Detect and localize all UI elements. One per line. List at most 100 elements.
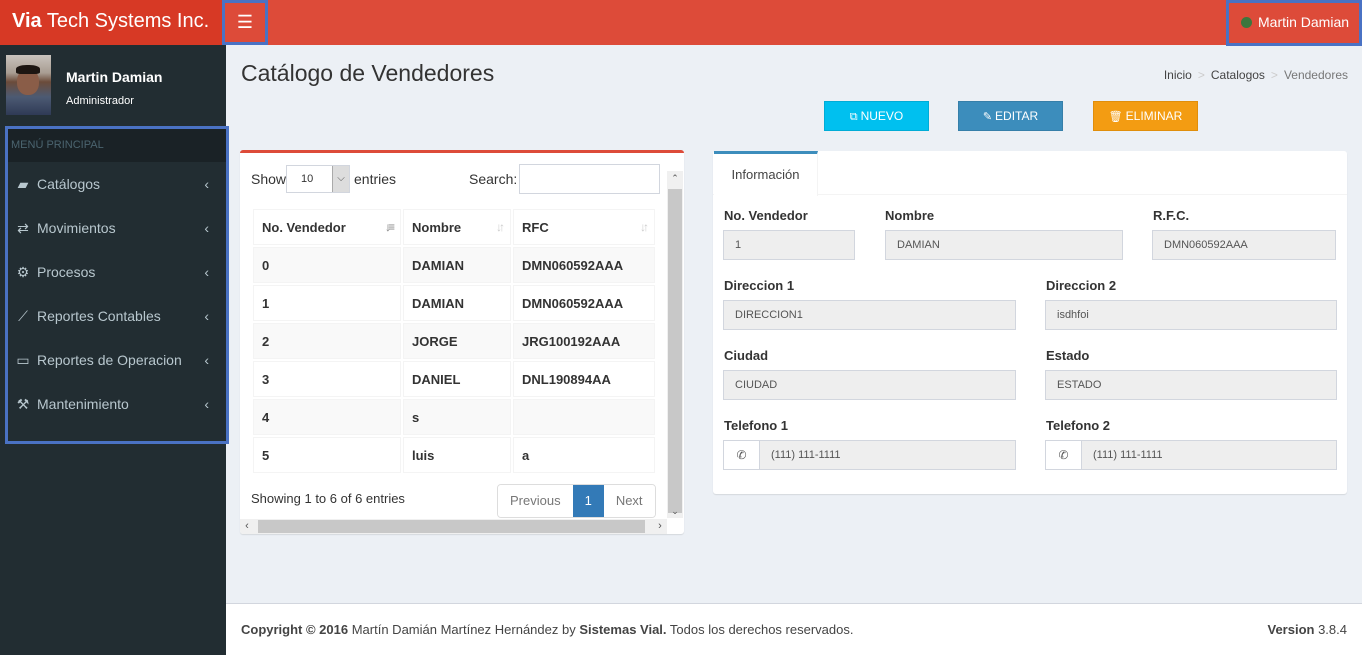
top-navbar: Via Tech Systems Inc. ☰ Martin Damian (0, 0, 1362, 46)
no-vendedor-label: No. Vendedor (724, 208, 808, 223)
tab-informacion[interactable]: Información (714, 151, 818, 196)
scroll-right-icon[interactable]: › (653, 519, 667, 534)
vendors-table: No. Vendedor ↓≡ Nombre ↓↑ RFC ↓↑ 0 DAMIAN D… (251, 207, 657, 475)
edit-button[interactable]: ✎ EDITAR (958, 101, 1063, 131)
breadcrumb-separator: > (1270, 68, 1278, 82)
brand-bold: Via (12, 10, 42, 32)
online-status-icon (1241, 17, 1252, 28)
page-1-button[interactable]: 1 (572, 485, 604, 517)
horizontal-scroll-thumb[interactable] (258, 520, 645, 533)
rfc-field[interactable]: DMN060592AAA (1152, 230, 1336, 260)
vendors-table-box: Show 10 ⌵ entries Search: No. Vendedor ↓≡… (240, 150, 684, 534)
direccion1-field[interactable]: DIRECCION1 (723, 300, 1016, 330)
edit-icon: ✎ (982, 111, 993, 123)
cell-rfc: a (513, 437, 655, 473)
ciudad-label: Ciudad (724, 348, 769, 363)
chevron-down-icon: ⌵ (332, 166, 349, 192)
sidebar-item-reportes-contables[interactable]: ⟋ Reportes Contables ‹ (8, 294, 226, 338)
column-header-label: RFC (522, 219, 549, 235)
estado-label: Estado (1046, 348, 1090, 363)
cell-rfc: JRG100192AAA (513, 323, 655, 359)
sidebar-user-role: Administrador (66, 95, 134, 107)
vertical-scrollbar[interactable]: ⌃ ⌄ (667, 171, 683, 518)
scroll-left-icon[interactable]: ‹ (240, 519, 254, 534)
sidebar-user-name: Martin Damian (66, 69, 163, 85)
cell-rfc: DMN060592AAA (513, 247, 655, 283)
tab-bar: Información (713, 151, 1347, 196)
cell-nombre: DANIEL (403, 361, 511, 397)
scroll-down-icon[interactable]: ⌄ (667, 504, 683, 518)
table-row[interactable]: 5 luis a (253, 437, 655, 473)
sort-asc-icon: ↓≡ (384, 220, 395, 234)
cell-no-vendedor: 5 (253, 437, 401, 473)
table-row[interactable]: 2 JORGE JRG100192AAA (253, 323, 655, 359)
column-header-rfc[interactable]: RFC ↓↑ (513, 209, 655, 245)
next-page-button[interactable]: Next (603, 485, 655, 517)
cell-nombre: DAMIAN (403, 247, 511, 283)
entries-label: entries (354, 171, 397, 187)
table-row[interactable]: 1 DAMIAN DMN060592AAA (253, 285, 655, 321)
phone-icon: ✆ (1045, 440, 1081, 470)
vertical-scroll-thumb[interactable] (668, 189, 682, 513)
no-vendedor-field[interactable]: 1 (723, 230, 855, 260)
user-menu-name: Martin Damian (1258, 14, 1350, 30)
sidebar-item-reportes-operacion[interactable]: ▭ Reportes de Operacion ‹ (8, 338, 226, 382)
sidebar-toggle-button[interactable]: ☰ (222, 0, 268, 45)
chevron-left-icon: ‹ (204, 264, 209, 280)
search-input[interactable] (519, 164, 660, 194)
wrench-icon: ⚒ (16, 396, 30, 412)
estado-field[interactable]: ESTADO (1045, 370, 1337, 400)
company-link[interactable]: Sistemas Vial. (579, 622, 666, 637)
previous-page-button[interactable]: Previous (498, 485, 573, 517)
table-row[interactable]: 3 DANIEL DNL190894AA (253, 361, 655, 397)
page-size-value: 10 (301, 173, 314, 185)
sort-icon: ↓↑ (640, 220, 649, 234)
trash-icon: 🗑 (1108, 111, 1123, 123)
column-header-label: No. Vendedor (262, 219, 346, 235)
cell-no-vendedor: 2 (253, 323, 401, 359)
vendor-info-box: Información No. Vendedor 1 Nombre DAMIAN… (713, 151, 1347, 494)
table-row[interactable]: 4 s (253, 399, 655, 435)
sort-icon: ↓↑ (496, 220, 505, 234)
new-button[interactable]: ⧉ NUEVO (824, 101, 929, 131)
chevron-left-icon: ‹ (204, 352, 209, 368)
sidebar-item-procesos[interactable]: ⚙ Procesos ‹ (8, 250, 226, 294)
new-button-label: NUEVO (860, 109, 904, 123)
main-menu: MENÚ PRINCIPAL ▰ Catálogos ‹ ⇄ Movimient… (5, 126, 229, 444)
nombre-field[interactable]: DAMIAN (885, 230, 1123, 260)
horizontal-scrollbar[interactable]: ‹ › (240, 519, 667, 534)
version-value: 3.8.4 (1314, 622, 1347, 637)
chevron-left-icon: ‹ (204, 308, 209, 324)
cell-rfc: DNL190894AA (513, 361, 655, 397)
column-header-nombre[interactable]: Nombre ↓↑ (403, 209, 511, 245)
cell-no-vendedor: 0 (253, 247, 401, 283)
sidebar-item-label: Reportes de Operacion (37, 352, 182, 368)
direccion2-field[interactable]: isdhfoi (1045, 300, 1337, 330)
breadcrumb-catalogos[interactable]: Catalogos (1211, 68, 1265, 82)
cell-nombre: JORGE (403, 323, 511, 359)
telefono2-field[interactable]: (111) 111-1111 (1081, 440, 1337, 470)
sidebar-item-catalogos[interactable]: ▰ Catálogos ‹ (8, 162, 226, 206)
phone-icon: ✆ (723, 440, 759, 470)
cell-rfc: DMN060592AAA (513, 285, 655, 321)
user-menu-button[interactable]: Martin Damian (1226, 0, 1362, 46)
cell-no-vendedor: 4 (253, 399, 401, 435)
page-size-select[interactable]: 10 ⌵ (286, 165, 350, 193)
column-header-label: Nombre (412, 219, 462, 235)
sidebar-item-mantenimiento[interactable]: ⚒ Mantenimiento ‹ (8, 382, 226, 426)
brand-logo[interactable]: Via Tech Systems Inc. (0, 0, 222, 45)
table-row[interactable]: 0 DAMIAN DMN060592AAA (253, 247, 655, 283)
telefono1-field[interactable]: (111) 111-1111 (759, 440, 1016, 470)
breadcrumb-inicio[interactable]: Inicio (1164, 68, 1192, 82)
scroll-up-icon[interactable]: ⌃ (667, 171, 683, 185)
sidebar-item-label: Movimientos (37, 220, 116, 236)
edit-button-label: EDITAR (995, 109, 1039, 123)
delete-button-label: ELIMINAR (1125, 109, 1183, 123)
delete-button[interactable]: 🗑 ELIMINAR (1093, 101, 1198, 131)
copyright-year: Copyright © 2016 (241, 622, 349, 637)
ciudad-field[interactable]: CIUDAD (723, 370, 1016, 400)
column-header-no-vendedor[interactable]: No. Vendedor ↓≡ (253, 209, 401, 245)
sidebar-item-label: Reportes Contables (37, 308, 161, 324)
sidebar-item-movimientos[interactable]: ⇄ Movimientos ‹ (8, 206, 226, 250)
copyright-author: Martín Damián Martínez Hernández by (348, 622, 580, 637)
